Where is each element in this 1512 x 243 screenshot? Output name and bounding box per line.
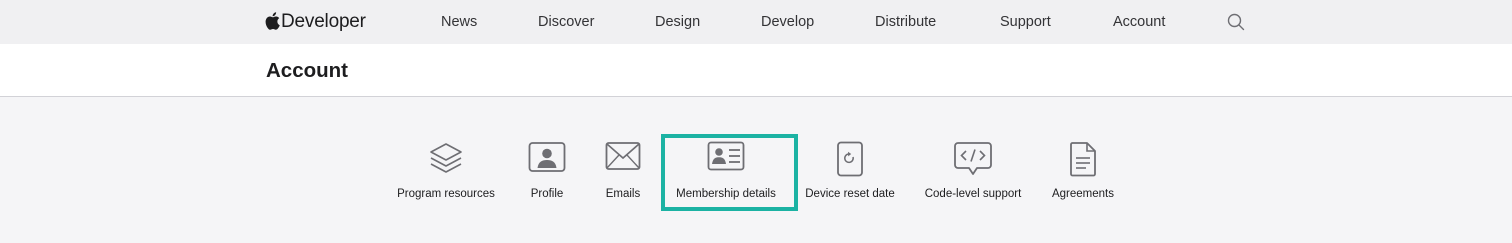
nav-news[interactable]: News bbox=[441, 14, 477, 30]
nav-account[interactable]: Account bbox=[1113, 14, 1165, 30]
tile-label: Device reset date bbox=[805, 188, 895, 200]
tile-label: Membership details bbox=[676, 188, 776, 200]
tile-label: Code-level support bbox=[924, 188, 1022, 200]
profile-card-icon bbox=[528, 142, 566, 172]
tile-label: Program resources bbox=[397, 188, 495, 200]
search-icon[interactable] bbox=[1226, 12, 1246, 32]
tile-agreements[interactable]: Agreements bbox=[1048, 97, 1118, 243]
tile-program-resources[interactable]: Program resources bbox=[391, 97, 501, 243]
apple-logo-icon bbox=[265, 12, 280, 30]
nav-support[interactable]: Support bbox=[1000, 14, 1051, 30]
nav-develop[interactable]: Develop bbox=[761, 14, 814, 30]
document-icon bbox=[1070, 142, 1096, 177]
envelope-icon bbox=[605, 142, 641, 170]
code-bubble-icon bbox=[954, 142, 992, 175]
tile-code-level-support[interactable]: Code-level support bbox=[918, 97, 1028, 243]
account-tiles: Program resources Profile Emails Members… bbox=[0, 97, 1512, 243]
membership-card-icon bbox=[707, 141, 745, 171]
tile-label: Profile bbox=[530, 188, 564, 200]
nav-distribute[interactable]: Distribute bbox=[875, 14, 936, 30]
stack-icon bbox=[430, 143, 462, 173]
developer-home-link[interactable]: Developer bbox=[265, 10, 366, 34]
nav-design[interactable]: Design bbox=[655, 14, 700, 30]
account-subnav: Account bbox=[0, 44, 1512, 97]
tile-label: Emails bbox=[605, 188, 641, 200]
device-reset-icon bbox=[837, 141, 863, 177]
tile-device-reset-date[interactable]: Device reset date bbox=[800, 97, 900, 243]
tile-profile[interactable]: Profile bbox=[517, 97, 577, 243]
page-title: Account bbox=[266, 59, 348, 82]
tile-label: Agreements bbox=[1051, 188, 1114, 200]
tile-membership-details[interactable]: Membership details bbox=[665, 97, 787, 243]
tile-emails[interactable]: Emails bbox=[593, 97, 653, 243]
brand-label: Developer bbox=[281, 11, 366, 32]
global-nav: Developer News Discover Design Develop D… bbox=[0, 0, 1512, 44]
nav-discover[interactable]: Discover bbox=[538, 14, 594, 30]
